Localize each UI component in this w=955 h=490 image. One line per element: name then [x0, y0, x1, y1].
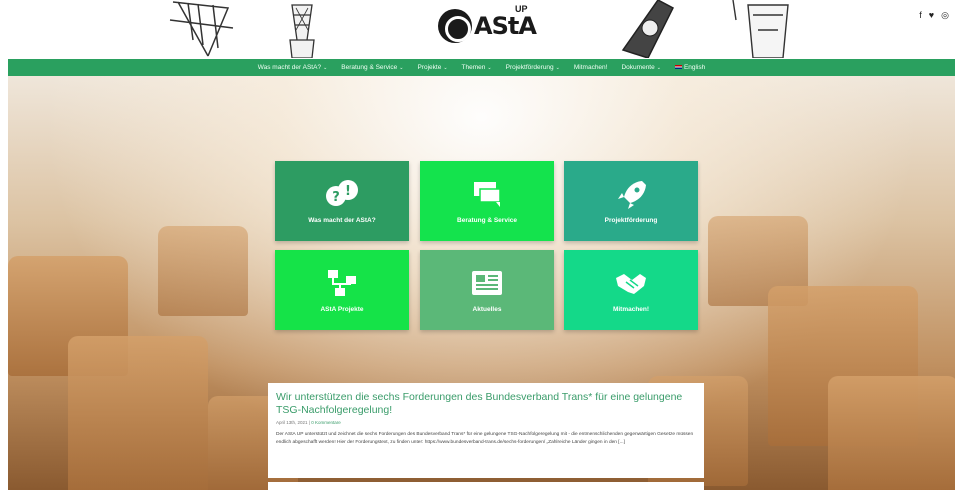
chair-decoration	[828, 376, 955, 490]
nav-item-mitmachen[interactable]: Mitmachen!	[574, 64, 608, 71]
newspaper-icon	[470, 268, 504, 298]
post-date: April 13th, 2021	[276, 420, 308, 425]
question-exclamation-icon: ?!	[325, 179, 359, 209]
nav-item-beratung[interactable]: Beratung & Service ⌄	[341, 64, 403, 71]
tile-asta-projekte[interactable]: AStA Projekte	[275, 250, 409, 330]
twitter-icon[interactable]: ♥	[929, 10, 934, 21]
coffee-pot-sketch	[732, 0, 789, 58]
cactus-sketch	[289, 4, 315, 58]
deckchair-sketch	[169, 1, 234, 57]
nav-item-projekte[interactable]: Projekte ⌄	[417, 64, 447, 71]
chair-decoration	[158, 226, 248, 316]
bottle-sketch	[621, 0, 674, 58]
post-meta: April 13th, 2021 | 0 Kommentare	[276, 420, 696, 425]
post-title[interactable]: Wir unterstützen die sechs Forderungen d…	[276, 391, 696, 417]
post-comments-link[interactable]: 0 Kommentare	[311, 420, 341, 425]
blog-post-card: Wir unterstützen die sechs Forderungen d…	[268, 383, 704, 478]
chevron-down-icon: ⌄	[399, 65, 404, 71]
tile-label: Was macht der AStA?	[308, 216, 376, 224]
chat-icon	[470, 179, 504, 209]
tile-aktuelles[interactable]: Aktuelles	[420, 250, 554, 330]
next-post-card	[268, 482, 704, 490]
tile-label: AStA Projekte	[320, 305, 364, 313]
chevron-down-icon: ⌄	[487, 65, 492, 71]
svg-text:!: !	[345, 184, 351, 199]
site-header: AStA UP f ♥ ◎	[0, 0, 955, 60]
facebook-icon[interactable]: f	[919, 10, 922, 21]
nav-item-english[interactable]: English	[674, 64, 705, 71]
nav-item-projektfoerderung[interactable]: Projektförderung ⌄	[506, 64, 560, 71]
chair-decoration	[68, 336, 208, 490]
instagram-icon[interactable]: ◎	[941, 10, 949, 21]
tile-projektfoerderung[interactable]: Projektförderung	[564, 161, 698, 241]
main-navigation: Was macht der AStA? ⌄ Beratung & Service ⌄…	[8, 59, 955, 76]
tile-label: Aktuelles	[472, 305, 502, 313]
svg-text:?: ?	[332, 190, 340, 205]
tile-label: Projektförderung	[604, 216, 658, 224]
tile-mitmachen[interactable]: Mitmachen!	[564, 250, 698, 330]
logo-badge	[438, 9, 472, 43]
nav-item-was-macht-der-asta[interactable]: Was macht der AStA? ⌄	[258, 64, 328, 71]
sitemap-icon	[325, 268, 359, 298]
nav-item-themen[interactable]: Themen ⌄	[462, 64, 492, 71]
chevron-down-icon: ⌄	[443, 65, 448, 71]
uk-flag-icon	[674, 65, 682, 70]
handshake-icon	[614, 268, 648, 298]
chevron-down-icon: ⌄	[555, 65, 560, 71]
chevron-down-icon: ⌄	[323, 65, 328, 71]
tile-beratung-service[interactable]: Beratung & Service	[420, 161, 554, 241]
social-links: f ♥ ◎	[919, 10, 949, 21]
chevron-down-icon: ⌄	[656, 65, 661, 71]
post-excerpt: Der AStA UP unterstützt und zeichnet die…	[276, 432, 694, 445]
logo-superscript: UP	[515, 4, 528, 14]
tile-was-macht-der-asta[interactable]: ?! Was macht der AStA?	[275, 161, 409, 241]
tile-label: Beratung & Service	[457, 216, 517, 224]
logo-text: AStA	[474, 12, 537, 40]
tile-label: Mitmachen!	[612, 305, 650, 313]
rocket-icon	[614, 179, 648, 209]
nav-item-dokumente[interactable]: Dokumente ⌄	[621, 64, 660, 71]
